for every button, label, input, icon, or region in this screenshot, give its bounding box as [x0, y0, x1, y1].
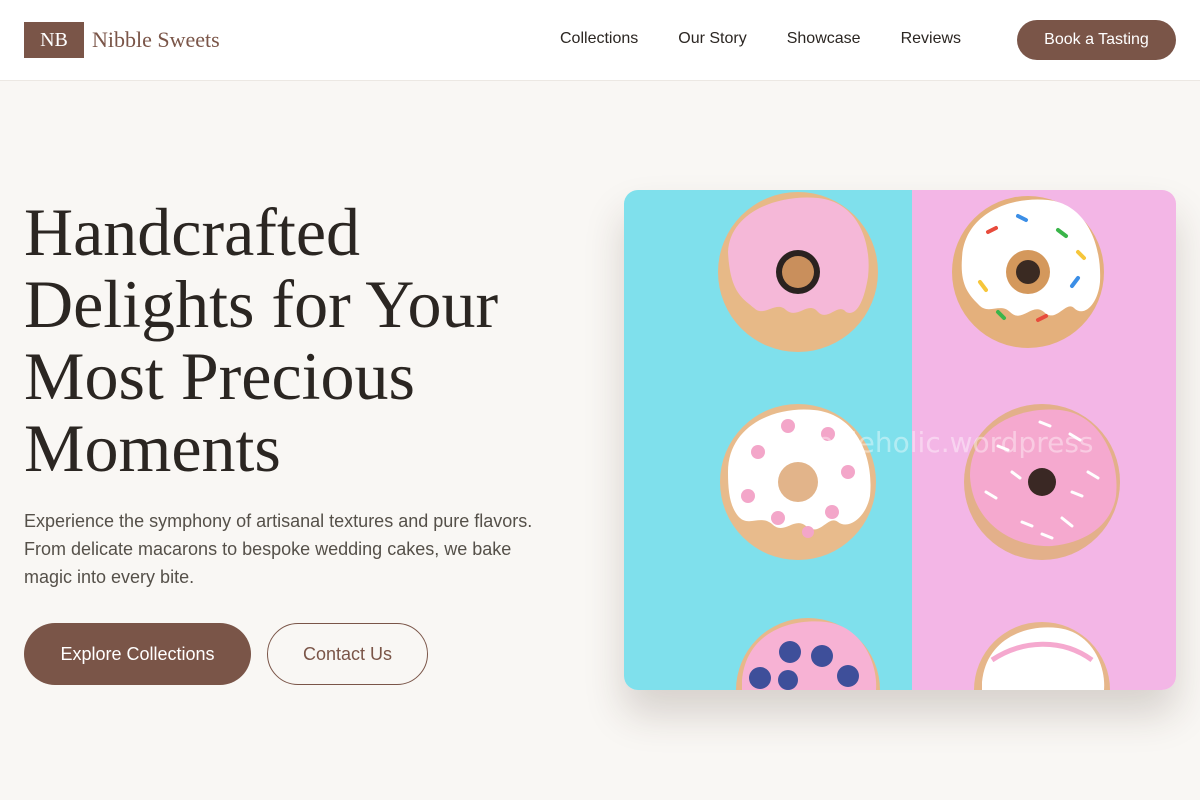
image-watermark: cookieholic.wordpress — [784, 426, 1094, 459]
brand-logo[interactable]: NB Nibble Sweets — [24, 22, 220, 58]
logo-monogram: NB — [24, 22, 84, 58]
nav-link-reviews[interactable]: Reviews — [901, 30, 961, 48]
top-navigation: NB Nibble Sweets Collections Our Story S… — [0, 0, 1200, 81]
brand-name: Nibble Sweets — [92, 27, 220, 52]
nav-links: Collections Our Story Showcase Reviews — [560, 30, 1001, 48]
explore-collections-button[interactable]: Explore Collections — [24, 623, 251, 685]
hero-donut-image: cookieholic.wordpress — [624, 190, 1176, 690]
nav-link-showcase[interactable]: Showcase — [787, 30, 861, 48]
hero-subtitle: Experience the symphony of artisanal tex… — [24, 511, 533, 587]
hero-title: Handcrafted Delights for Your Most Preci… — [24, 194, 499, 486]
nav-link-our-story[interactable]: Our Story — [678, 30, 746, 48]
nav-link-collections[interactable]: Collections — [560, 30, 638, 48]
contact-us-button[interactable]: Contact Us — [267, 623, 428, 685]
book-tasting-button[interactable]: Book a Tasting — [1017, 20, 1176, 60]
